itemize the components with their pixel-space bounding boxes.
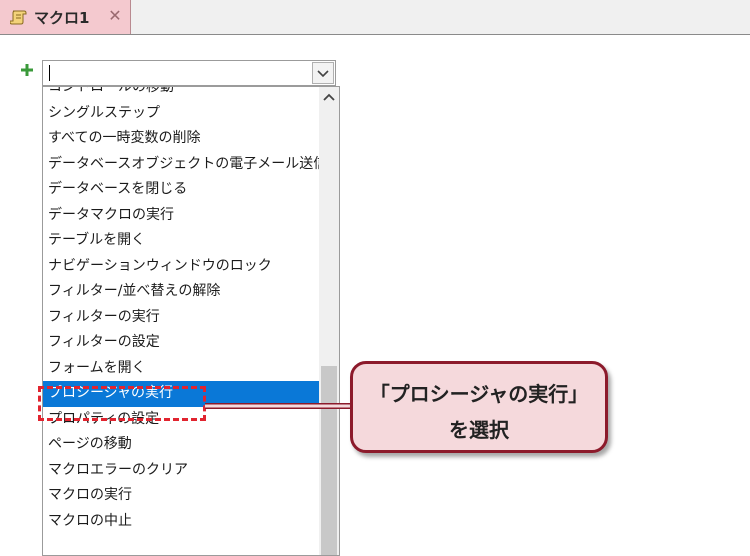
list-item[interactable]: マクロの実行 xyxy=(43,483,319,509)
list-item[interactable]: フィルター/並べ替えの解除 xyxy=(43,279,319,305)
list-item[interactable]: シングルステップ xyxy=(43,101,319,127)
scroll-thumb[interactable] xyxy=(321,366,337,555)
action-input[interactable] xyxy=(43,61,317,85)
list-item[interactable]: データベースを閉じる xyxy=(43,177,319,203)
action-combobox[interactable] xyxy=(42,60,336,86)
callout-line-1: 「プロシージャの実行」 xyxy=(369,382,589,406)
list-item[interactable]: すべての一時変数の削除 xyxy=(43,126,319,152)
list-item[interactable]: データマクロの実行 xyxy=(43,203,319,229)
tab-macro1[interactable]: マクロ1 ✕ xyxy=(0,0,131,34)
callout-line-2: を選択 xyxy=(449,418,509,442)
list-item[interactable]: ナビゲーションウィンドウのロック xyxy=(43,254,319,280)
callout-connector xyxy=(205,403,355,409)
dropdown-button[interactable] xyxy=(312,62,334,84)
close-icon[interactable]: ✕ xyxy=(107,8,123,24)
list-item[interactable]: マクロエラーのクリア xyxy=(43,458,319,484)
tab-title: マクロ1 xyxy=(34,9,90,27)
scroll-up-icon[interactable] xyxy=(319,87,339,109)
list-item[interactable]: ページの移動 xyxy=(43,432,319,458)
action-list-items: コントロールの移動 シングルステップ すべての一時変数の削除 データベースオブジェクト… xyxy=(43,87,327,535)
list-scrollbar[interactable] xyxy=(319,87,339,555)
selection-highlight-frame xyxy=(38,386,206,421)
chevron-down-icon xyxy=(317,70,329,78)
list-item[interactable]: テーブルを開く xyxy=(43,228,319,254)
plus-icon[interactable] xyxy=(21,64,33,76)
list-item[interactable]: フィルターの実行 xyxy=(43,305,319,331)
list-item[interactable]: フィルターの設定 xyxy=(43,330,319,356)
annotation-callout: 「プロシージャの実行」 を選択 xyxy=(350,361,608,453)
list-item[interactable]: フォームを開く xyxy=(43,356,319,382)
text-cursor xyxy=(49,65,50,81)
macro-scroll-icon xyxy=(10,10,27,25)
list-item[interactable]: コントロールの移動 xyxy=(43,87,319,101)
list-item[interactable]: データベースオブジェクトの電子メール送信 xyxy=(43,152,327,178)
document-tab-bar: マクロ1 ✕ xyxy=(0,0,750,35)
action-dropdown-list[interactable]: コントロールの移動 シングルステップ すべての一時変数の削除 データベースオブジェクト… xyxy=(42,86,340,556)
list-item[interactable]: マクロの中止 xyxy=(43,509,319,535)
